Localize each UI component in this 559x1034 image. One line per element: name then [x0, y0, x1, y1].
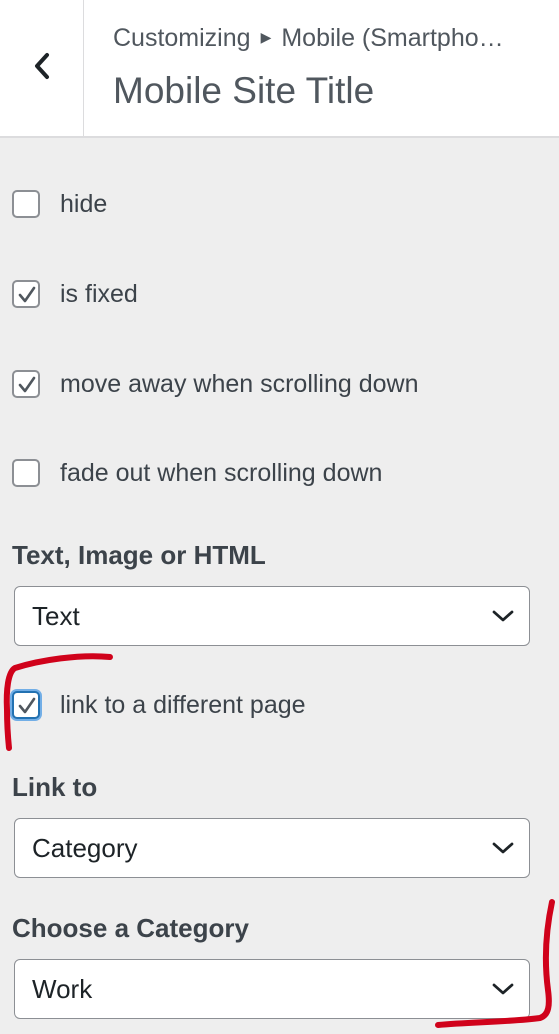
option-fade-out[interactable]: fade out when scrolling down [12, 456, 382, 490]
link-to-label: Link to [12, 772, 98, 802]
chevron-left-icon [31, 51, 53, 86]
select-value: Work [32, 974, 93, 1004]
option-label: fade out when scrolling down [60, 458, 383, 487]
category-label: Choose a Category [12, 913, 249, 943]
option-move-away[interactable]: move away when scrolling down [12, 367, 419, 401]
hide-checkbox[interactable] [12, 190, 40, 218]
checkmark-icon [18, 286, 36, 303]
option-label: hide [60, 189, 108, 218]
link-to-select[interactable]: Category [14, 818, 530, 878]
option-link-different-page[interactable]: link to a different page [12, 688, 306, 722]
annotation-marks [3, 653, 555, 1028]
content-type-select[interactable]: Text [14, 586, 530, 646]
back-button[interactable] [0, 0, 84, 136]
page-title: Mobile Site Title [113, 70, 375, 111]
breadcrumb-root: Customizing [113, 24, 251, 52]
option-label: link to a different page [60, 690, 306, 719]
chevron-down-icon [491, 607, 515, 630]
is-fixed-checkbox[interactable] [12, 280, 40, 308]
chevron-down-icon [491, 839, 515, 862]
checkmark-icon [18, 697, 36, 714]
customizer-header: Customizing ▶ Mobile (Smartpho… Mobile Sit… [0, 0, 559, 138]
option-is-fixed[interactable]: is fixed [12, 277, 138, 311]
checkmark-icon [18, 376, 36, 393]
caret-right-icon: ▶ [260, 29, 272, 45]
fade-out-checkbox[interactable] [12, 459, 40, 487]
link-page-checkbox[interactable] [12, 691, 40, 719]
breadcrumb-section: Mobile (Smartpho… [281, 24, 504, 52]
select-value: Text [32, 601, 80, 631]
breadcrumb: Customizing ▶ Mobile (Smartpho… [113, 24, 533, 53]
option-label: move away when scrolling down [60, 369, 419, 398]
chevron-down-icon [491, 980, 515, 1003]
content-type-label: Text, Image or HTML [12, 540, 266, 570]
move-away-checkbox[interactable] [12, 370, 40, 398]
option-hide[interactable]: hide [12, 187, 107, 221]
option-label: is fixed [60, 279, 138, 308]
select-value: Category [32, 833, 138, 863]
category-select[interactable]: Work [14, 959, 530, 1019]
